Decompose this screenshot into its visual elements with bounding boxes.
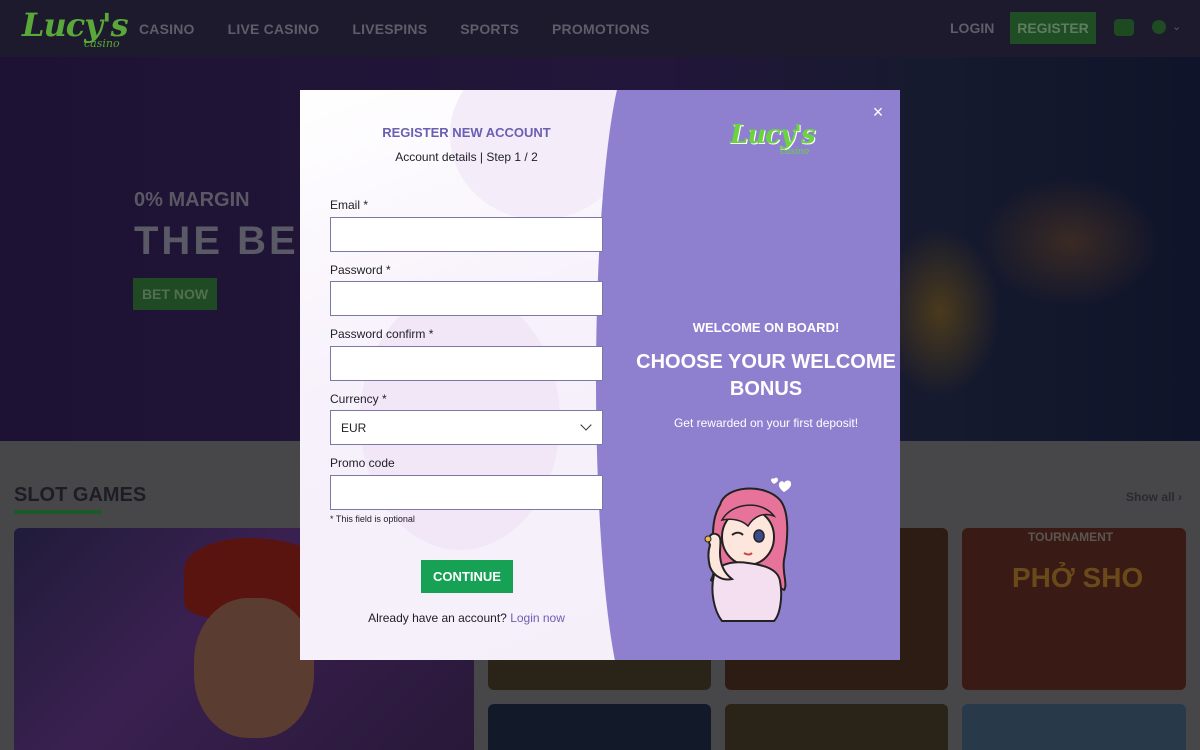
password-confirm-field[interactable] bbox=[330, 346, 603, 381]
step-indicator: Account details | Step 1 / 2 bbox=[395, 150, 538, 164]
promo-code-label: Promo code bbox=[330, 456, 395, 470]
welcome-heading: WELCOME ON BOARD! bbox=[692, 320, 840, 335]
modal-logo-word: Lucy's bbox=[730, 120, 816, 150]
email-label: Email * bbox=[330, 198, 369, 212]
login-prompt-text: Already have an account? bbox=[368, 611, 507, 625]
bonus-heading: CHOOSE YOUR WELCOME BONUS bbox=[636, 349, 896, 403]
currency-select[interactable]: EUR bbox=[330, 410, 603, 445]
chevron-down-icon bbox=[580, 419, 592, 431]
register-modal: REGISTER NEW ACCOUNT Account details | S… bbox=[300, 90, 900, 660]
promo-code-field[interactable] bbox=[330, 475, 603, 510]
optional-note: * This field is optional bbox=[330, 514, 415, 524]
email-field[interactable] bbox=[330, 217, 603, 252]
login-prompt: Already have an account? Login now bbox=[300, 611, 633, 625]
password-confirm-label: Password confirm * bbox=[330, 327, 434, 341]
lucy-mascot-image bbox=[704, 477, 792, 622]
modal-logo: Lucy's casino bbox=[728, 120, 816, 160]
modal-logo-sub: casino bbox=[780, 147, 810, 157]
bonus-heading-line2: BONUS bbox=[729, 378, 803, 400]
password-field[interactable] bbox=[330, 281, 603, 316]
close-icon[interactable]: × bbox=[870, 103, 886, 121]
currency-value: EUR bbox=[341, 420, 367, 435]
password-label: Password * bbox=[330, 263, 391, 277]
bonus-heading-line1: CHOOSE YOUR WELCOME bbox=[636, 351, 896, 373]
currency-label: Currency * bbox=[330, 392, 387, 406]
login-now-link[interactable]: Login now bbox=[510, 611, 565, 625]
reward-text: Get rewarded on your first deposit! bbox=[673, 416, 859, 430]
modal-title: REGISTER NEW ACCOUNT bbox=[382, 125, 551, 140]
continue-button[interactable]: CONTINUE bbox=[421, 560, 513, 593]
